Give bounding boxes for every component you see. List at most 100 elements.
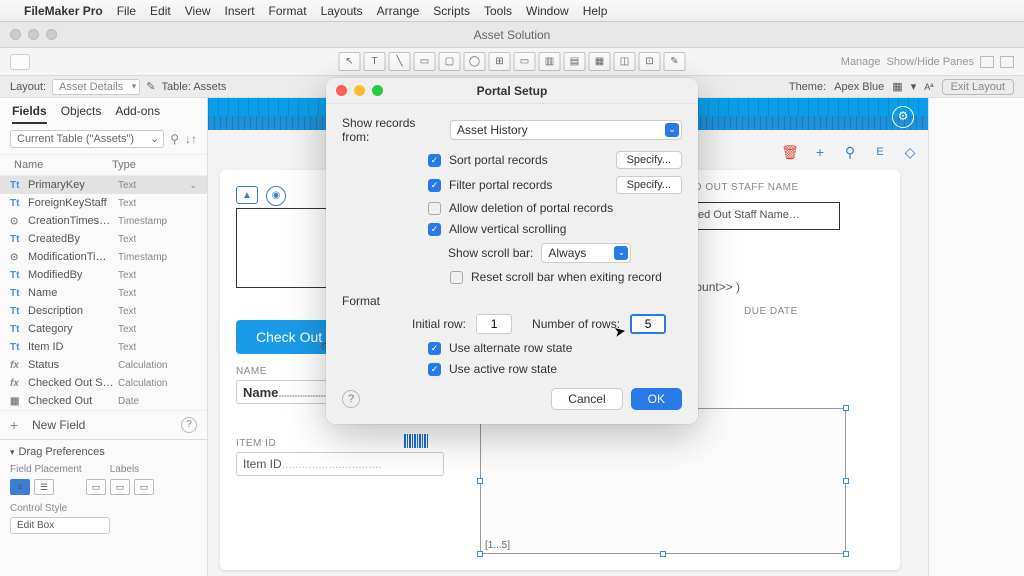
filter-checkbox[interactable]	[428, 179, 441, 192]
label-top[interactable]: ▭	[110, 479, 130, 495]
field-row[interactable]: ⊙CreationTimes…Timestamp	[0, 212, 207, 230]
filter-specify-button[interactable]: Specify...	[616, 176, 682, 194]
field-tool[interactable]: ⊞	[489, 52, 511, 71]
tab-tool[interactable]: ▤	[564, 52, 586, 71]
allow-delete-checkbox[interactable]	[428, 202, 441, 215]
manage-button[interactable]: Manage	[841, 56, 881, 68]
new-field-button[interactable]: New Field	[32, 418, 85, 432]
exit-layout-button[interactable]: Exit Layout	[942, 79, 1014, 95]
label-none[interactable]: ▭	[134, 479, 154, 495]
num-rows-input[interactable]	[630, 314, 666, 334]
table-select[interactable]: Current Table ("Assets")	[10, 130, 164, 148]
menu-arrange[interactable]: Arrange	[377, 4, 420, 18]
ok-button[interactable]: OK	[631, 388, 682, 410]
menu-view[interactable]: View	[185, 4, 211, 18]
close-window-button[interactable]	[10, 29, 21, 40]
chart-tool[interactable]: ◫	[614, 52, 636, 71]
placement-horizontal[interactable]: ≡	[10, 479, 30, 495]
sort-specify-button[interactable]: Specify...	[616, 151, 682, 169]
oval-tool[interactable]: ◯	[464, 52, 486, 71]
link-icon[interactable]: E⊙	[870, 142, 890, 162]
field-row[interactable]: ⊙ModificationTi…Timestamp	[0, 248, 207, 266]
sort-icon[interactable]: ↓↑	[185, 132, 197, 146]
resize-handle[interactable]	[843, 551, 849, 557]
search-icon[interactable]: ⚲	[170, 132, 179, 146]
menu-format[interactable]: Format	[269, 4, 307, 18]
tab-addons[interactable]: Add-ons	[115, 104, 160, 124]
search-obj-icon[interactable]: ⚲	[840, 142, 860, 162]
layout-gear-icon[interactable]: ⚙	[892, 106, 914, 128]
dialog-help-icon[interactable]: ?	[342, 390, 360, 408]
resize-handle[interactable]	[843, 405, 849, 411]
add-field-icon[interactable]: +	[10, 417, 24, 433]
field-row[interactable]: TtNameText	[0, 284, 207, 302]
field-menu-icon[interactable]: ⌄	[189, 180, 197, 191]
alt-row-checkbox[interactable]	[428, 342, 441, 355]
allow-scroll-checkbox[interactable]	[428, 223, 441, 236]
toolbar-left-tool[interactable]	[10, 54, 30, 70]
image-placeholder-icon[interactable]: ▲	[236, 186, 258, 204]
reset-scroll-checkbox[interactable]	[450, 271, 463, 284]
rounded-rect-tool[interactable]: ▢	[439, 52, 461, 71]
add-icon[interactable]: +	[810, 142, 830, 162]
scrollbar-select[interactable]: Always⌄	[541, 243, 631, 263]
itemid-field[interactable]: Item ID..............................	[236, 452, 444, 476]
minimize-window-button[interactable]	[28, 29, 39, 40]
field-row[interactable]: TtForeignKeyStaffText	[0, 194, 207, 212]
dialog-minimize-button[interactable]	[354, 85, 365, 96]
left-pane-toggle[interactable]	[980, 56, 994, 68]
field-row[interactable]: TtItem IDText	[0, 338, 207, 356]
initial-row-input[interactable]	[476, 314, 512, 334]
cancel-button[interactable]: Cancel	[551, 388, 622, 410]
control-style-select[interactable]: Edit Box	[10, 517, 110, 534]
drag-prefs-header[interactable]: Drag Preferences	[10, 446, 197, 458]
camera-icon[interactable]: ◉	[266, 186, 286, 206]
delete-icon[interactable]: 🗑	[780, 142, 800, 162]
sort-checkbox[interactable]	[428, 154, 441, 167]
grid-icon[interactable]: ▦	[892, 80, 902, 93]
layout-select[interactable]: Asset Details	[52, 79, 140, 95]
line-tool[interactable]: ╲	[389, 52, 411, 71]
field-row[interactable]: TtModifiedByText	[0, 266, 207, 284]
ruler-icon[interactable]: ▾	[911, 80, 917, 93]
active-row-checkbox[interactable]	[428, 363, 441, 376]
field-row[interactable]: fxChecked Out S…Calculation	[0, 374, 207, 392]
menu-window[interactable]: Window	[526, 4, 569, 18]
rect-tool[interactable]: ▭	[414, 52, 436, 71]
resize-handle[interactable]	[843, 478, 849, 484]
menu-insert[interactable]: Insert	[225, 4, 255, 18]
resize-handle[interactable]	[660, 551, 666, 557]
webviewer-tool[interactable]: ⊡	[639, 52, 661, 71]
field-row[interactable]: TtCreatedByText	[0, 230, 207, 248]
button-tool[interactable]: ▭	[514, 52, 536, 71]
item-image-field[interactable]	[236, 208, 334, 288]
field-row[interactable]: TtPrimaryKeyText⌄	[0, 176, 207, 194]
staff-field[interactable]: cked Out Staff Name…	[680, 202, 840, 230]
label-left[interactable]: ▭	[86, 479, 106, 495]
resize-handle[interactable]	[477, 551, 483, 557]
menu-file[interactable]: File	[117, 4, 136, 18]
align-icon[interactable]: ◇	[900, 142, 920, 162]
tab-objects[interactable]: Objects	[61, 104, 102, 124]
text-tool[interactable]: T	[364, 52, 386, 71]
right-pane-toggle[interactable]	[1000, 56, 1014, 68]
menu-edit[interactable]: Edit	[150, 4, 171, 18]
tab-fields[interactable]: Fields	[12, 104, 47, 124]
format-painter-tool[interactable]: ✎	[664, 52, 686, 71]
menu-tools[interactable]: Tools	[484, 4, 512, 18]
field-row[interactable]: ▦Checked OutDate	[0, 392, 207, 410]
dialog-close-button[interactable]	[336, 85, 347, 96]
portal-tool[interactable]: ▦	[589, 52, 611, 71]
abc-icon[interactable]: Aª	[924, 82, 933, 92]
theme-value[interactable]: Apex Blue	[834, 81, 884, 93]
placement-vertical[interactable]: ☰	[34, 479, 54, 495]
field-row[interactable]: fxStatusCalculation	[0, 356, 207, 374]
selection-tool[interactable]: ↖	[339, 52, 361, 71]
show-from-select[interactable]: Asset History⌄	[450, 120, 682, 140]
resize-handle[interactable]	[477, 478, 483, 484]
edit-layout-icon[interactable]: ✎	[146, 80, 155, 93]
menu-layouts[interactable]: Layouts	[321, 4, 363, 18]
zoom-window-button[interactable]	[46, 29, 57, 40]
menu-help[interactable]: Help	[583, 4, 608, 18]
popover-tool[interactable]: ▥	[539, 52, 561, 71]
